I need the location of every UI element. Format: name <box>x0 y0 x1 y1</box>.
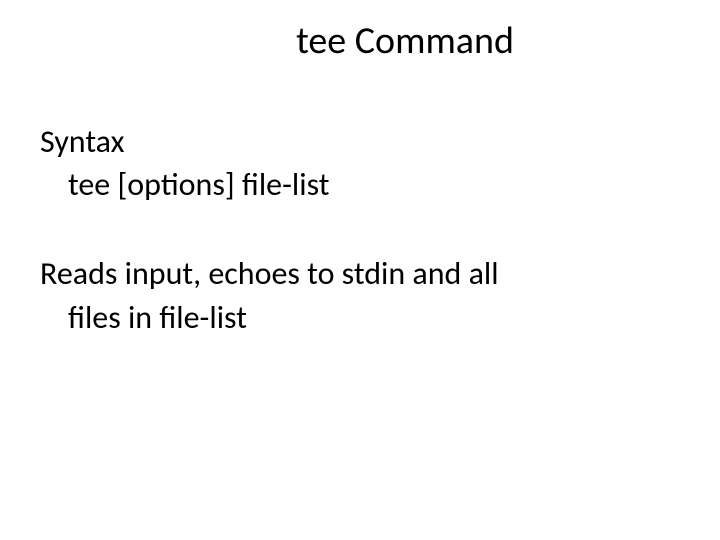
slide-content: Syntax tee [options] file-list Reads inp… <box>40 120 680 339</box>
slide-container: tee Command Syntax tee [options] file-li… <box>0 0 720 540</box>
description-line-1: Reads input, echoes to stdin and all <box>40 252 680 295</box>
description-line-2: files in file-list <box>40 296 680 339</box>
syntax-heading: Syntax <box>40 120 680 163</box>
slide-title: tee Command <box>170 18 640 64</box>
syntax-usage: tee [options] file-list <box>40 163 680 206</box>
